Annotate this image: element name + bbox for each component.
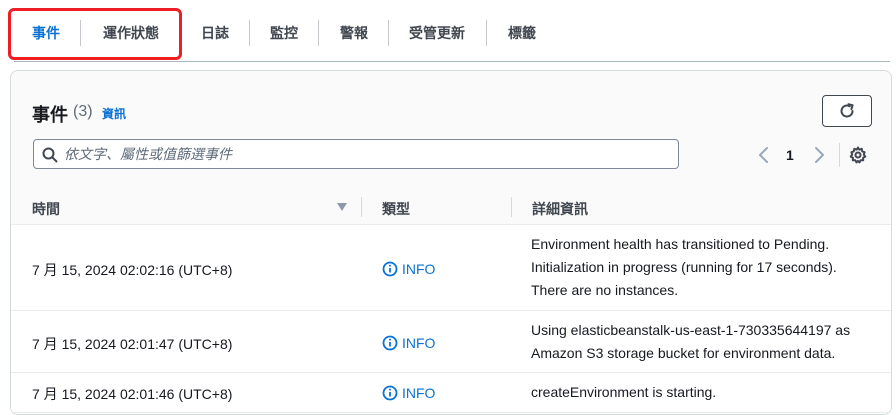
chevron-left-icon[interactable] bbox=[756, 145, 772, 165]
event-type-label: INFO bbox=[402, 335, 436, 351]
event-type: INFO bbox=[382, 260, 435, 278]
event-detail-line: Amazon S3 storage bucket for environment… bbox=[531, 345, 836, 361]
gear-icon[interactable] bbox=[849, 146, 867, 164]
table-header: 時間 類型 詳細資訊 bbox=[11, 187, 891, 225]
highlight-annotation-box bbox=[8, 8, 182, 60]
events-panel: 事件 (3) 資訊 1 bbox=[10, 70, 892, 415]
tab-alarms[interactable]: 警報 bbox=[340, 21, 368, 45]
event-details: Using elasticbeanstalk-us-east-1-7303356… bbox=[531, 319, 881, 365]
search-input[interactable] bbox=[64, 141, 664, 167]
pager-divider bbox=[839, 143, 840, 167]
table-row: 7 月 15, 2024 02:01:46 (UTC+8) INFO creat… bbox=[11, 373, 891, 413]
event-detail-line: Using elasticbeanstalk-us-east-1-7303356… bbox=[531, 322, 851, 338]
event-detail-line: createEnvironment is starting. bbox=[531, 384, 717, 400]
column-header-time[interactable]: 時間 bbox=[32, 199, 60, 219]
refresh-icon bbox=[840, 103, 854, 118]
sort-down-icon[interactable] bbox=[336, 202, 348, 212]
event-details: createEnvironment is starting. bbox=[531, 381, 881, 404]
event-type-label: INFO bbox=[402, 385, 436, 401]
table-row: 7 月 15, 2024 02:01:47 (UTC+8) INFO Using… bbox=[11, 311, 891, 373]
tab-divider bbox=[249, 20, 250, 46]
panel-header: 事件 (3) 資訊 1 bbox=[11, 71, 891, 187]
tab-managed-updates[interactable]: 受管更新 bbox=[409, 21, 465, 45]
event-time: 7 月 15, 2024 02:02:16 (UTC+8) bbox=[32, 262, 233, 278]
column-divider bbox=[511, 197, 512, 217]
tab-divider bbox=[388, 20, 389, 46]
search-field[interactable] bbox=[33, 139, 679, 169]
event-time: 7 月 15, 2024 02:01:47 (UTC+8) bbox=[32, 336, 233, 352]
tab-logs[interactable]: 日誌 bbox=[201, 21, 229, 45]
search-icon bbox=[42, 147, 58, 163]
info-circle-icon bbox=[382, 261, 398, 277]
event-detail-line: Environment health has transitioned to P… bbox=[531, 236, 830, 252]
event-detail-line: Initialization in progress (running for … bbox=[531, 259, 837, 275]
event-time: 7 月 15, 2024 02:01:46 (UTC+8) bbox=[32, 386, 233, 402]
info-link[interactable]: 資訊 bbox=[102, 105, 126, 122]
event-details: Environment health has transitioned to P… bbox=[531, 233, 881, 302]
chevron-right-icon[interactable] bbox=[811, 145, 827, 165]
event-detail-line: There are no instances. bbox=[531, 282, 679, 298]
tab-divider bbox=[486, 20, 487, 46]
event-type-label: INFO bbox=[402, 261, 436, 277]
event-type: INFO bbox=[382, 334, 435, 352]
event-count: (3) bbox=[73, 103, 93, 120]
column-header-type[interactable]: 類型 bbox=[382, 199, 410, 219]
refresh-button[interactable] bbox=[822, 95, 872, 127]
table-row: 7 月 15, 2024 02:02:16 (UTC+8) INFO Envir… bbox=[11, 226, 891, 311]
column-header-details[interactable]: 詳細資訊 bbox=[532, 199, 588, 219]
info-circle-icon bbox=[382, 335, 398, 351]
tab-divider bbox=[318, 20, 319, 46]
column-divider bbox=[361, 197, 362, 217]
info-circle-icon bbox=[382, 385, 398, 401]
page-number[interactable]: 1 bbox=[786, 147, 794, 163]
event-type: INFO bbox=[382, 384, 435, 402]
tab-monitoring[interactable]: 監控 bbox=[270, 21, 298, 45]
tab-underline bbox=[14, 61, 890, 62]
tab-bar: 事件 運作狀態 日誌 監控 警報 受管更新 標籤 bbox=[0, 0, 896, 64]
panel-title: 事件 bbox=[32, 105, 68, 125]
tab-tags[interactable]: 標籤 bbox=[508, 21, 536, 45]
